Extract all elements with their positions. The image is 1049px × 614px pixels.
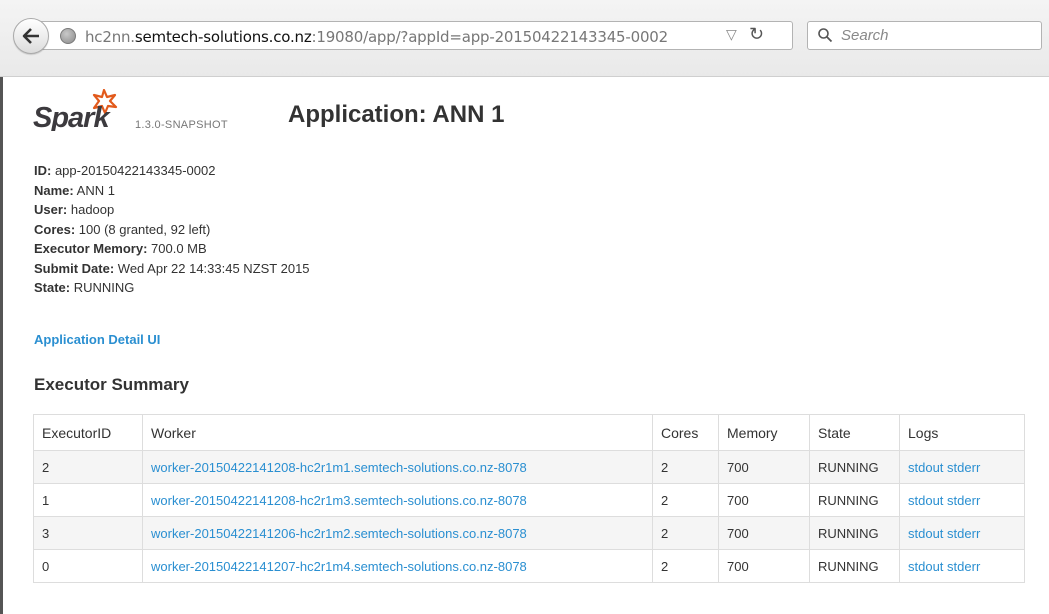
info-value: 100 (8 granted, 92 left) [75, 221, 211, 237]
info-cores: Cores: 100 (8 granted, 92 left) [34, 220, 310, 240]
history-dropdown-icon[interactable]: ▽ [726, 26, 737, 43]
info-user: User: hadoop [34, 200, 310, 220]
stdout-link[interactable]: stdout [908, 493, 943, 508]
url-prefix: hc2nn. [85, 28, 135, 46]
info-value: app-20150422143345-0002 [51, 163, 216, 178]
cores-cell: 2 [652, 516, 719, 550]
info-state: State: RUNNING [34, 278, 310, 298]
globe-icon [60, 28, 76, 44]
info-submit-date: Submit Date: Wed Apr 22 14:33:45 NZST 20… [34, 259, 310, 279]
back-arrow-icon [22, 28, 39, 44]
info-label: Cores: [34, 221, 76, 237]
executor-id: 2 [33, 450, 143, 484]
table-row: 3 worker-20150422141206-hc2r1m2.semtech-… [33, 516, 1025, 550]
column-header-memory[interactable]: Memory [718, 414, 810, 451]
worker-link[interactable]: worker-20150422141208-hc2r1m3.semtech-so… [151, 493, 527, 508]
memory-cell: 700 [718, 549, 810, 583]
memory-cell: 700 [718, 516, 810, 550]
stdout-link[interactable]: stdout [908, 559, 943, 574]
spark-logo-text: Spark [33, 102, 111, 131]
info-label: User: [34, 202, 68, 217]
search-icon [818, 28, 833, 43]
info-name: Name: ANN 1 [34, 181, 310, 201]
reload-icon[interactable]: ↻ [749, 24, 764, 45]
page-content: Spark 1.3.0-SNAPSHOT Application: ANN 1 … [0, 77, 1049, 614]
stdout-link[interactable]: stdout [908, 460, 943, 475]
url-text[interactable]: hc2nn.semtech-solutions.co.nz:19080/app/… [85, 28, 668, 46]
info-label: Submit Date: [34, 260, 115, 276]
logs-cell: stdout stderr [899, 549, 1025, 583]
info-value: 700.0 MB [147, 241, 207, 256]
column-header-state[interactable]: State [809, 414, 900, 451]
browser-toolbar: hc2nn.semtech-solutions.co.nz:19080/app/… [0, 0, 1049, 77]
state-cell: RUNNING [809, 483, 900, 517]
search-placeholder: Search [841, 27, 889, 44]
executor-summary-title: Executor Summary [34, 375, 189, 394]
column-header-logs[interactable]: Logs [899, 414, 1025, 451]
spark-version: 1.3.0-SNAPSHOT [135, 119, 228, 131]
table-header-row: ExecutorID Worker Cores Memory State Log… [33, 414, 1025, 451]
executor-id: 3 [33, 516, 143, 550]
column-header-executorid[interactable]: ExecutorID [33, 414, 143, 451]
search-bar[interactable]: Search [807, 21, 1042, 50]
table-row: 0 worker-20150422141207-hc2r1m4.semtech-… [33, 549, 1025, 583]
application-info-list: ID: app-20150422143345-0002 Name: ANN 1 … [34, 161, 310, 298]
table-row: 2 worker-20150422141208-hc2r1m1.semtech-… [33, 450, 1025, 484]
worker-cell: worker-20150422141208-hc2r1m1.semtech-so… [142, 450, 653, 484]
stderr-link[interactable]: stderr [947, 493, 980, 508]
memory-cell: 700 [718, 450, 810, 484]
info-label: Name: [34, 182, 74, 198]
state-cell: RUNNING [809, 516, 900, 550]
info-value: hadoop [67, 202, 115, 217]
logs-cell: stdout stderr [899, 516, 1025, 550]
executor-id: 1 [33, 483, 143, 517]
worker-cell: worker-20150422141206-hc2r1m2.semtech-so… [142, 516, 653, 550]
logs-cell: stdout stderr [899, 450, 1025, 484]
stderr-link[interactable]: stderr [947, 526, 980, 541]
state-cell: RUNNING [809, 549, 900, 583]
column-header-cores[interactable]: Cores [652, 414, 719, 451]
info-label: State: [34, 280, 71, 295]
stderr-link[interactable]: stderr [947, 559, 980, 574]
logs-cell: stdout stderr [899, 483, 1025, 517]
info-id: ID: app-20150422143345-0002 [34, 161, 310, 181]
spark-logo[interactable]: Spark [32, 89, 122, 131]
application-detail-ui-link[interactable]: Application Detail UI [34, 332, 160, 347]
stdout-link[interactable]: stdout [908, 526, 943, 541]
worker-link[interactable]: worker-20150422141208-hc2r1m1.semtech-so… [151, 460, 527, 475]
column-header-worker[interactable]: Worker [142, 414, 653, 451]
page-title: Application: ANN 1 [288, 101, 505, 128]
info-value: Wed Apr 22 14:33:45 NZST 2015 [114, 260, 310, 276]
worker-cell: worker-20150422141208-hc2r1m3.semtech-so… [142, 483, 653, 517]
back-button[interactable] [13, 18, 49, 54]
info-label: ID: [34, 163, 52, 178]
info-label: Executor Memory: [34, 241, 148, 256]
executor-id: 0 [33, 549, 143, 583]
cores-cell: 2 [652, 549, 719, 583]
url-host: semtech-solutions.co.nz [134, 28, 312, 46]
state-cell: RUNNING [809, 450, 900, 484]
info-value: RUNNING [70, 280, 135, 295]
worker-link[interactable]: worker-20150422141206-hc2r1m2.semtech-so… [151, 526, 527, 541]
worker-link[interactable]: worker-20150422141207-hc2r1m4.semtech-so… [151, 559, 527, 574]
worker-cell: worker-20150422141207-hc2r1m4.semtech-so… [142, 549, 653, 583]
cores-cell: 2 [652, 450, 719, 484]
info-value: ANN 1 [73, 182, 115, 198]
info-executor-memory: Executor Memory: 700.0 MB [34, 239, 310, 259]
url-bar[interactable]: hc2nn.semtech-solutions.co.nz:19080/app/… [40, 21, 793, 50]
stderr-link[interactable]: stderr [947, 460, 980, 475]
url-suffix: :19080/app/?appId=app-20150422143345-000… [311, 28, 669, 46]
table-row: 1 worker-20150422141208-hc2r1m3.semtech-… [33, 483, 1025, 517]
memory-cell: 700 [718, 483, 810, 517]
executor-summary-table: ExecutorID Worker Cores Memory State Log… [33, 414, 1025, 583]
cores-cell: 2 [652, 483, 719, 517]
